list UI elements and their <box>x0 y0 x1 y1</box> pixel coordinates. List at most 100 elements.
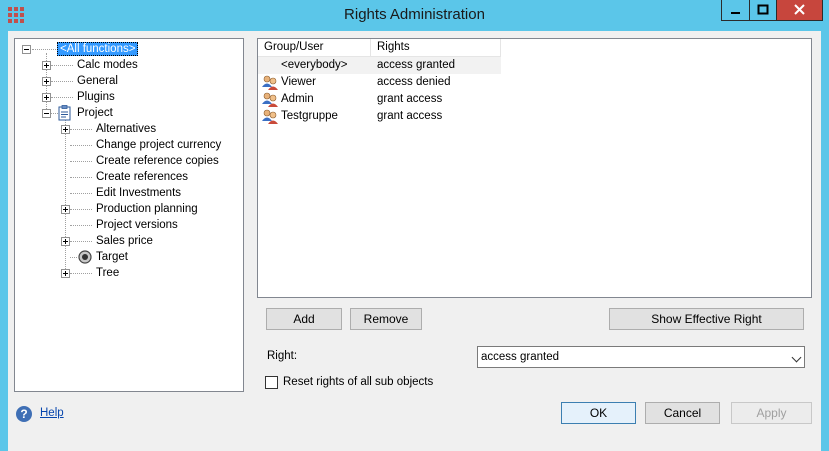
expand-toggle[interactable] <box>61 205 70 214</box>
row-user: <everybody> <box>281 59 348 71</box>
maximize-button[interactable] <box>749 0 777 21</box>
row-right: grant access <box>377 110 443 122</box>
dialog-body: <All functions> Calc modes General Plugins P… <box>8 31 821 451</box>
tree-item[interactable]: Tree <box>96 265 119 281</box>
tree-item-label: Plugins <box>77 91 115 103</box>
help-icon[interactable]: ? <box>16 406 32 422</box>
function-tree[interactable]: <All functions> Calc modes General Plugins P… <box>14 38 244 392</box>
tree-item-label: Project <box>77 107 113 119</box>
tree-item-label: Production planning <box>96 203 198 215</box>
maximize-icon <box>757 4 769 15</box>
collapse-toggle[interactable] <box>42 109 51 118</box>
tree-item-label: Calc modes <box>77 59 138 71</box>
remove-button[interactable]: Remove <box>350 308 422 330</box>
tree-line <box>70 145 92 146</box>
table-row[interactable]: Testgruppe grant access <box>258 108 501 125</box>
expand-toggle[interactable] <box>42 61 51 70</box>
right-select-value: access granted <box>481 351 559 363</box>
tree-item-label: Alternatives <box>96 123 157 135</box>
tree-item[interactable]: Project <box>77 105 113 121</box>
tree-line <box>51 97 73 98</box>
tree-item-label: Sales price <box>96 235 153 247</box>
row-right: grant access <box>377 93 443 105</box>
tree-line <box>70 241 92 242</box>
tree-item[interactable]: Sales price <box>96 233 153 249</box>
tree-item[interactable]: Project versions <box>96 217 178 233</box>
tree-line <box>70 273 92 274</box>
tree-line <box>70 209 92 210</box>
clipboard-icon <box>58 105 71 124</box>
column-header-rights[interactable]: Rights <box>371 39 501 57</box>
reset-rights-label[interactable]: Reset rights of all sub objects <box>283 376 433 388</box>
rights-list[interactable]: Group/User Rights <everybody> access gran… <box>257 38 812 298</box>
close-icon <box>794 4 805 15</box>
tree-item[interactable]: Create references <box>96 169 188 185</box>
row-user: Testgruppe <box>281 110 338 122</box>
ok-button[interactable]: OK <box>561 402 636 424</box>
user-group-icon <box>262 109 278 124</box>
row-right: access denied <box>377 76 451 88</box>
window-title: Rights Administration <box>344 6 485 23</box>
minimize-icon <box>731 12 740 14</box>
right-select[interactable]: access granted <box>477 346 805 368</box>
tree-item[interactable]: Alternatives <box>96 121 156 137</box>
expand-toggle[interactable] <box>42 77 51 86</box>
tree-line <box>65 117 66 277</box>
user-group-icon <box>262 92 278 107</box>
tree-item[interactable]: Create reference copies <box>96 153 219 169</box>
tree-line <box>70 257 77 258</box>
tree-item[interactable]: Production planning <box>96 201 198 217</box>
apply-button[interactable]: Apply <box>731 402 812 424</box>
tree-item-label: Edit Investments <box>96 187 182 199</box>
tree-item[interactable]: Plugins <box>77 89 115 105</box>
tree-item-label: Create reference copies <box>96 155 219 167</box>
row-user: Viewer <box>281 76 316 88</box>
collapse-toggle[interactable] <box>22 45 31 54</box>
title-bar[interactable]: Rights Administration <box>0 0 829 31</box>
tree-item-label: Change project currency <box>96 139 222 151</box>
tree-line <box>70 193 92 194</box>
window: Rights Administration <All functions> Cal… <box>0 0 829 451</box>
tree-line <box>70 161 92 162</box>
tree-line <box>70 129 92 130</box>
add-button[interactable]: Add <box>266 308 342 330</box>
tree-item-label: Project versions <box>96 219 178 231</box>
cancel-button[interactable]: Cancel <box>645 402 720 424</box>
minimize-button[interactable] <box>721 0 750 21</box>
tree-item-label: Target <box>96 251 128 263</box>
expand-toggle[interactable] <box>42 93 51 102</box>
target-icon <box>78 249 92 268</box>
tree-line <box>51 113 58 114</box>
chevron-down-icon <box>791 352 802 363</box>
expand-toggle[interactable] <box>61 269 70 278</box>
tree-line <box>70 177 92 178</box>
reset-rights-checkbox[interactable] <box>265 376 278 389</box>
table-row[interactable]: Viewer access denied <box>258 74 501 91</box>
row-user: Admin <box>281 93 314 105</box>
tree-item[interactable]: Change project currency <box>96 137 221 153</box>
close-button[interactable] <box>776 0 823 21</box>
tree-line <box>32 49 56 50</box>
tree-item-label: General <box>77 75 118 87</box>
tree-root-label: <All functions> <box>57 42 139 56</box>
tree-item[interactable]: Target <box>96 249 128 265</box>
help-link[interactable]: Help <box>40 407 64 419</box>
tree-line <box>51 81 73 82</box>
table-row[interactable]: Admin grant access <box>258 91 501 108</box>
tree-item-label: Create references <box>96 171 189 183</box>
tree-item[interactable]: General <box>77 73 118 89</box>
expand-toggle[interactable] <box>61 125 70 134</box>
tree-item[interactable]: Calc modes <box>77 57 138 73</box>
table-row[interactable]: <everybody> access granted <box>258 57 501 74</box>
right-label: Right: <box>267 350 298 362</box>
tree-root[interactable]: <All functions> <box>57 41 139 57</box>
tree-item[interactable]: Edit Investments <box>96 185 181 201</box>
expand-toggle[interactable] <box>61 237 70 246</box>
row-right: access granted <box>377 59 455 71</box>
user-group-icon <box>262 75 278 90</box>
tree-line <box>70 225 92 226</box>
column-header-group-user[interactable]: Group/User <box>258 39 371 57</box>
show-effective-right-button[interactable]: Show Effective Right <box>609 308 804 330</box>
tree-item-label: Tree <box>96 267 120 279</box>
tree-line <box>51 65 73 66</box>
